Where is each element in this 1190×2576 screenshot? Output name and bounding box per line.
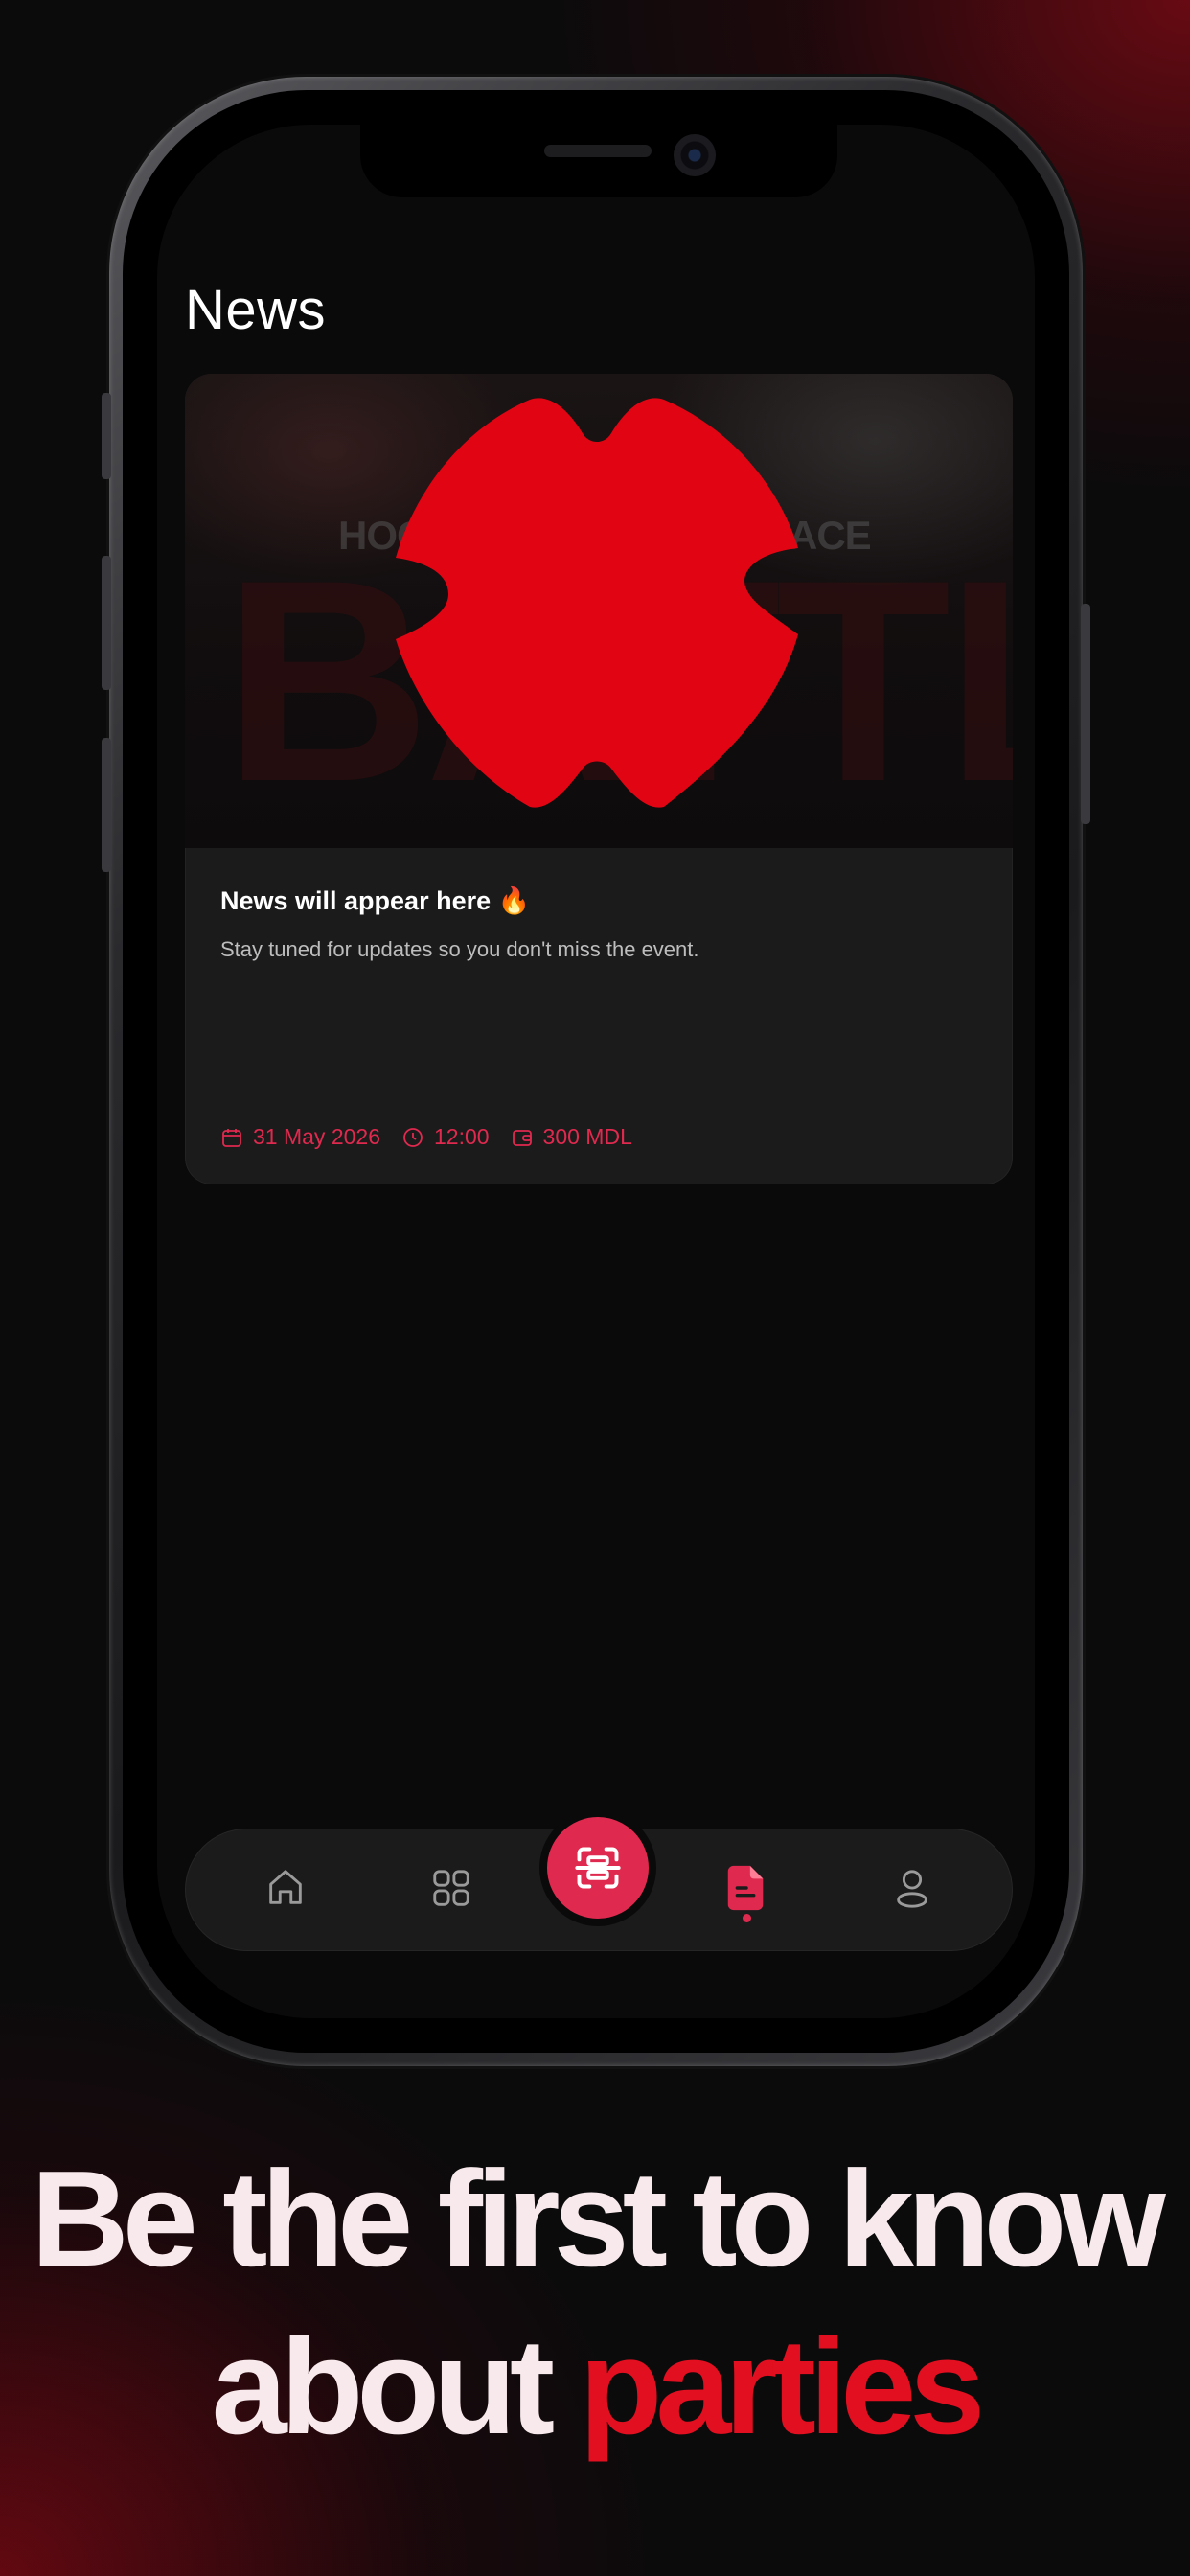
event-time: 12:00 xyxy=(401,1124,490,1150)
news-card-meta: 31 May 2026 12:00 300 MDL xyxy=(220,1124,653,1150)
power-button xyxy=(1081,604,1090,824)
grid-icon xyxy=(433,1870,469,1906)
speaker xyxy=(544,145,652,157)
event-price-text: 300 MDL xyxy=(542,1124,632,1149)
volume-up-button xyxy=(102,556,111,690)
home-icon xyxy=(269,1870,302,1904)
calendar-icon xyxy=(222,1128,241,1147)
nav-home[interactable] xyxy=(257,1859,314,1917)
news-icon xyxy=(727,1865,764,1911)
brand-logo-blob xyxy=(396,398,798,808)
wallet-icon xyxy=(512,1129,532,1146)
active-tab-indicator xyxy=(743,1914,751,1922)
promo-headline-line1: Be the first to know xyxy=(31,2143,1166,2295)
promo-headline-accent: parties xyxy=(579,2311,986,2463)
scan-button[interactable] xyxy=(539,1809,656,1926)
nav-profile[interactable] xyxy=(883,1859,941,1917)
volume-down-button xyxy=(102,738,111,872)
news-card-image: BATTLE HOO ACE xyxy=(185,374,1013,848)
news-card-heading: News will appear here 🔥 xyxy=(220,886,531,915)
event-price: 300 MDL xyxy=(511,1124,632,1150)
scan-icon xyxy=(575,1847,621,1889)
news-card[interactable]: BATTLE HOO ACE News will appear here 🔥 S… xyxy=(185,374,1013,1184)
front-camera xyxy=(674,134,716,176)
nav-news[interactable] xyxy=(718,1859,775,1917)
event-time-text: 12:00 xyxy=(433,1124,490,1149)
profile-icon xyxy=(897,1870,927,1908)
clock-icon xyxy=(403,1127,423,1147)
phone-side-button xyxy=(102,393,111,479)
promo-headline-line2: about parties xyxy=(0,2319,1190,2455)
nav-grid[interactable] xyxy=(423,1859,480,1917)
page-title: News xyxy=(185,279,327,341)
news-card-description: Stay tuned for updates so you don't miss… xyxy=(220,937,699,961)
promo-headline-plain: about xyxy=(211,2311,555,2463)
event-date-text: 31 May 2026 xyxy=(253,1124,380,1149)
notch xyxy=(360,125,837,197)
event-date: 31 May 2026 xyxy=(220,1124,380,1150)
